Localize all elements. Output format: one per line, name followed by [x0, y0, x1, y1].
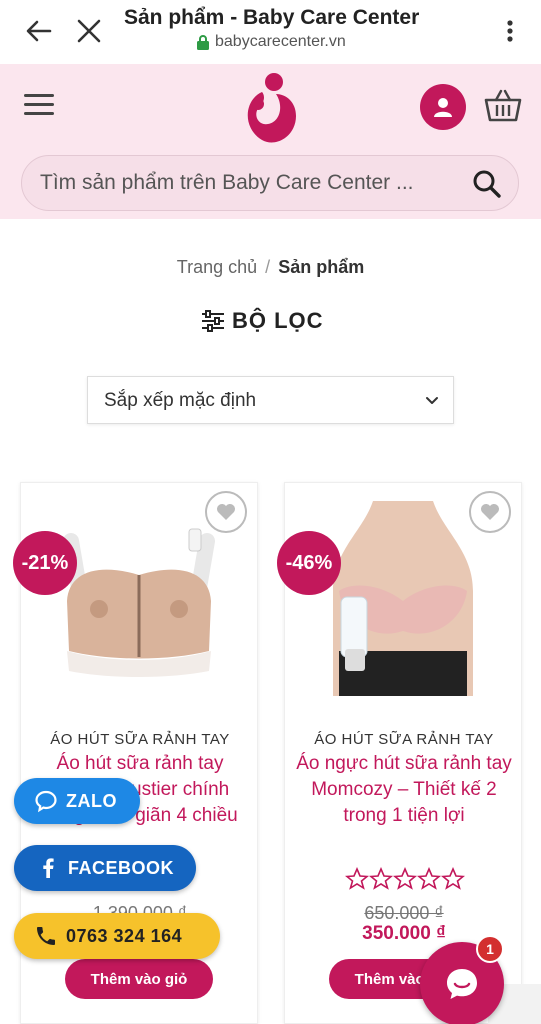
search-input[interactable]: [40, 156, 460, 210]
back-arrow-icon[interactable]: [22, 14, 56, 48]
cart-icon[interactable]: [484, 88, 522, 124]
chat-bubble-icon: [35, 790, 57, 813]
product-category[interactable]: ÁO HÚT SỮA RẢNH TAY: [21, 731, 259, 748]
wishlist-button[interactable]: [205, 491, 247, 533]
heart-icon: [481, 504, 499, 520]
heart-icon: [217, 504, 235, 520]
old-price: 650.000 ₫: [364, 903, 444, 923]
facebook-icon: [43, 858, 54, 878]
sale-badge: -21%: [13, 531, 77, 595]
logo[interactable]: [240, 66, 300, 146]
product-name[interactable]: Áo ngực hút sữa rảnh tay Momcozy – Thiết…: [295, 751, 513, 829]
star-rating: [345, 867, 465, 890]
url-text: babycarecenter.vn: [215, 33, 346, 50]
user-icon: [434, 98, 452, 117]
page-title: Sản phẩm - Baby Care Center: [124, 6, 420, 29]
wishlist-button[interactable]: [469, 491, 511, 533]
search-bar: [21, 155, 519, 211]
breadcrumb-current: Sản phẩm: [278, 257, 365, 277]
add-to-cart-button[interactable]: Thêm vào giỏ: [65, 959, 213, 999]
phone-icon: [37, 927, 55, 945]
phone-number: 0763 324 164: [66, 925, 183, 946]
phone-button[interactable]: 0763 324 164: [14, 913, 220, 959]
product-image[interactable]: [39, 501, 239, 696]
facebook-label: FACEBOOK: [68, 857, 175, 878]
zalo-label: ZALO: [66, 790, 117, 811]
breadcrumb-separator: /: [265, 257, 271, 277]
unread-badge: 1: [476, 935, 504, 963]
sort-select[interactable]: Sắp xếp mặc định: [87, 376, 454, 424]
product-category[interactable]: ÁO HÚT SỮA RẢNH TAY: [285, 731, 523, 748]
chevron-down-icon: [426, 397, 438, 404]
sale-badge: -46%: [277, 531, 341, 595]
lock-icon: [197, 35, 209, 50]
browser-toolbar: Sản phẩm - Baby Care Center babycarecent…: [0, 0, 541, 64]
breadcrumb: Trang chủ / Sản phẩm: [0, 257, 541, 278]
menu-icon[interactable]: [24, 94, 54, 118]
zalo-button[interactable]: ZALO: [14, 778, 140, 824]
search-icon[interactable]: [472, 169, 502, 199]
facebook-button[interactable]: FACEBOOK: [14, 845, 196, 891]
close-icon[interactable]: [74, 14, 104, 48]
product-image[interactable]: [303, 501, 503, 696]
filter-sliders-icon: [202, 310, 224, 332]
chat-icon: [447, 969, 477, 999]
account-button[interactable]: [420, 84, 466, 130]
sort-selected-value: Sắp xếp mặc định: [104, 390, 257, 411]
filter-button[interactable]: BỘ LỌC: [200, 308, 324, 334]
breadcrumb-home[interactable]: Trang chủ: [177, 257, 257, 277]
url-bar[interactable]: babycarecenter.vn: [196, 33, 346, 51]
filter-label: BỘ LỌC: [232, 308, 324, 333]
site-header: [0, 64, 541, 219]
more-options-icon[interactable]: [500, 14, 520, 48]
